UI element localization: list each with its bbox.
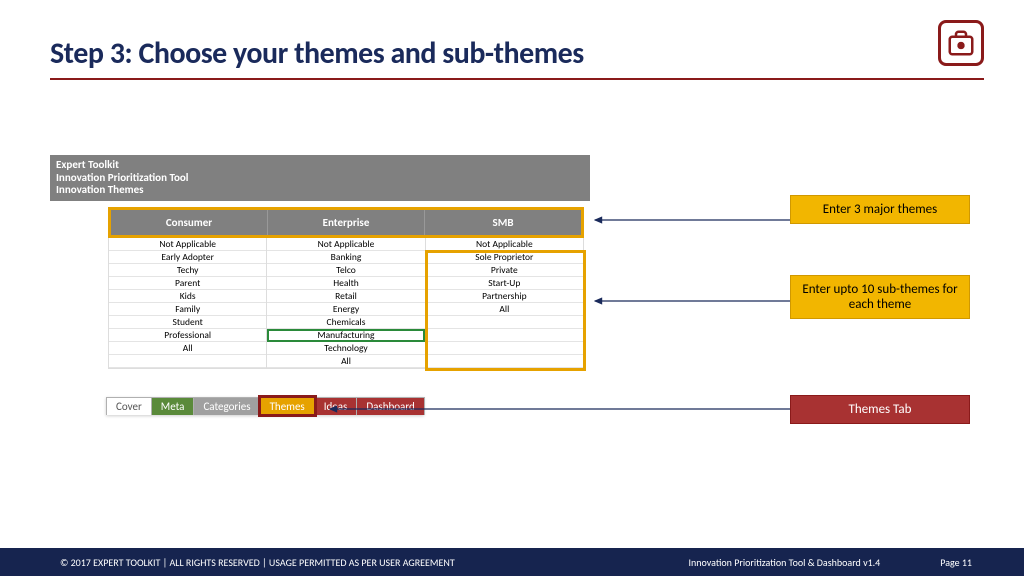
footer-product: Innovation Prioritization Tool & Dashboa… [689,556,881,569]
screenshot-header: Expert Toolkit Innovation Prioritization… [50,155,590,201]
theme-cell[interactable]: Energy [267,303,424,316]
theme-cell[interactable] [426,355,583,368]
sheet-tab-cover[interactable]: Cover [106,397,152,415]
theme-column: Not ApplicableEarly AdopterTechyParentKi… [109,238,267,368]
arrow-subthemes [585,296,790,306]
theme-cell[interactable]: All [426,303,583,316]
theme-cell[interactable]: Sole Proprietor [426,251,583,264]
title-divider [50,78,984,80]
theme-cell[interactable]: Retail [267,290,424,303]
theme-cell[interactable]: Professional [109,329,266,342]
footer-copyright: © 2017 EXPERT TOOLKIT | ALL RIGHTS RESER… [60,556,455,569]
theme-cell[interactable] [426,316,583,329]
header-line3: Innovation Themes [56,184,584,197]
callout-subthemes: Enter upto 10 sub-themes for each theme [790,275,970,319]
brand-logo-icon [938,20,984,66]
theme-cell[interactable]: Techy [109,264,266,277]
theme-cell[interactable] [109,355,266,368]
sheet-tab-categories[interactable]: Categories [193,397,260,415]
arrow-themes [585,215,790,225]
sheet-tabs: CoverMetaCategoriesThemesIdeasDashboard [106,397,424,415]
callout-tab: Themes Tab [790,395,970,424]
theme-cell[interactable]: All [109,342,266,355]
theme-cell[interactable]: Technology [267,342,424,355]
sheet-tab-themes[interactable]: Themes [260,397,315,415]
theme-table: Not ApplicableEarly AdopterTechyParentKi… [108,238,584,369]
theme-cell[interactable] [426,342,583,355]
sheet-tab-dashboard[interactable]: Dashboard [356,397,424,415]
theme-cell[interactable]: Not Applicable [267,238,424,251]
theme-cell[interactable]: Chemicals [267,316,424,329]
theme-column: Not ApplicableSole ProprietorPrivateStar… [426,238,583,368]
theme-cell[interactable]: All [267,355,424,368]
theme-cell[interactable]: Parent [109,277,266,290]
theme-cell[interactable]: Student [109,316,266,329]
theme-headers: ConsumerEnterpriseSMB [108,207,584,238]
theme-column: Not ApplicableBankingTelcoHealthRetailEn… [267,238,425,368]
theme-cell[interactable]: Early Adopter [109,251,266,264]
theme-cell[interactable]: Not Applicable [426,238,583,251]
theme-cell[interactable]: Health [267,277,424,290]
theme-cell[interactable]: Private [426,264,583,277]
theme-header-cell: SMB [425,210,581,235]
theme-cell[interactable]: Kids [109,290,266,303]
sheet-tab-meta[interactable]: Meta [151,397,195,415]
sheet-tab-ideas[interactable]: Ideas [314,397,358,415]
theme-cell[interactable]: Not Applicable [109,238,266,251]
theme-cell[interactable]: Start-Up [426,277,583,290]
footer-page: Page 11 [940,556,972,569]
theme-cell[interactable]: Telco [267,264,424,277]
theme-cell[interactable] [426,329,583,342]
page-title: Step 3: Choose your themes and sub-theme… [50,35,944,72]
callout-themes-header: Enter 3 major themes [790,195,970,224]
theme-cell[interactable]: Banking [267,251,424,264]
theme-cell[interactable]: Manufacturing [267,329,424,342]
theme-cell[interactable]: Partnership [426,290,583,303]
slide-footer: © 2017 EXPERT TOOLKIT | ALL RIGHTS RESER… [0,548,1024,576]
theme-header-cell: Consumer [111,210,268,235]
theme-cell[interactable]: Family [109,303,266,316]
theme-header-cell: Enterprise [268,210,425,235]
header-line1: Expert Toolkit [56,159,584,172]
